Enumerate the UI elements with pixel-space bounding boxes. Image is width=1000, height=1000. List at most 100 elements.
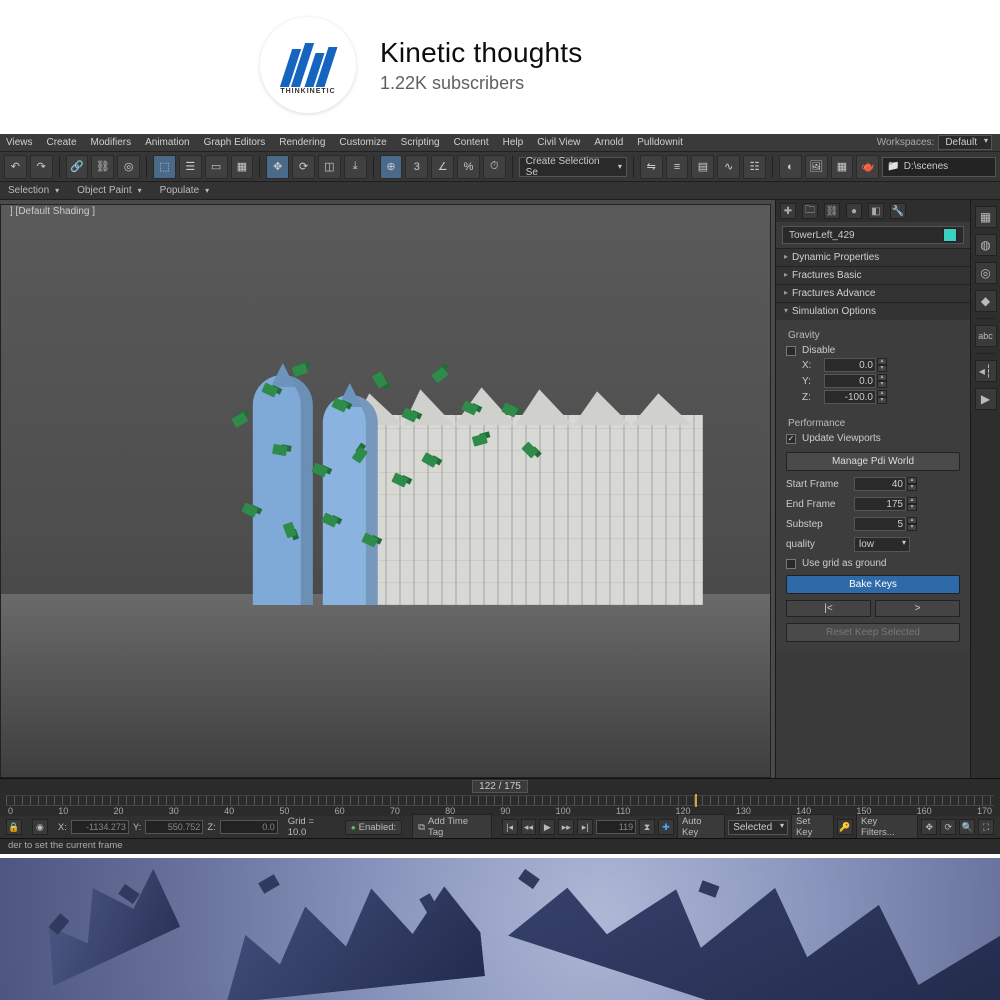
- curve-editor-button[interactable]: ∿: [717, 155, 740, 179]
- timeline[interactable]: 122 / 175 010 2030 4050 6070 8090 100110…: [0, 778, 1000, 816]
- ribbon-selection[interactable]: Selection: [8, 185, 59, 196]
- align-button[interactable]: ≡: [666, 155, 689, 179]
- nav-first-button[interactable]: |<: [786, 600, 871, 617]
- channel-name[interactable]: Kinetic thoughts: [380, 37, 582, 69]
- menu-customize[interactable]: Customize: [339, 137, 386, 148]
- tab-create-icon[interactable]: ✚: [780, 203, 796, 219]
- menu-pulldownit[interactable]: Pulldownit: [637, 137, 683, 148]
- goto-start-icon[interactable]: |◂: [502, 819, 518, 835]
- layers-button[interactable]: ▤: [691, 155, 714, 179]
- gravity-disable-checkbox[interactable]: Disable: [786, 345, 960, 356]
- rollout-simulation-options[interactable]: Simulation Options: [776, 303, 970, 320]
- nav-next-button[interactable]: >: [875, 600, 960, 617]
- bake-keys-button[interactable]: Bake Keys: [786, 575, 960, 594]
- update-viewports-checkbox[interactable]: ✓Update Viewports: [786, 433, 960, 444]
- tool-prev-icon[interactable]: ◂┆: [975, 360, 997, 382]
- undo-button[interactable]: ↶: [4, 155, 27, 179]
- render-setup-button[interactable]: 🖼: [805, 155, 828, 179]
- mirror-button[interactable]: ⇋: [640, 155, 663, 179]
- menu-animation[interactable]: Animation: [145, 137, 189, 148]
- nav-orbit-icon[interactable]: ⟳: [940, 819, 956, 835]
- channel-avatar[interactable]: THINKINETIC: [260, 17, 356, 113]
- time-config-icon[interactable]: ⧗: [639, 819, 655, 835]
- rollout-fractures-basic[interactable]: Fractures Basic: [776, 267, 970, 284]
- select-name-button[interactable]: ☰: [179, 155, 202, 179]
- manage-pdi-world-button[interactable]: Manage Pdi World: [786, 452, 960, 471]
- nav-max-icon[interactable]: ⛶: [978, 819, 994, 835]
- gravity-y-spinner[interactable]: ▴▾: [824, 374, 887, 388]
- goto-end-icon[interactable]: ▸|: [577, 819, 593, 835]
- tab-hierarchy-icon[interactable]: ⛓: [824, 203, 840, 219]
- menu-help[interactable]: Help: [503, 137, 524, 148]
- status-y-input[interactable]: [145, 820, 203, 834]
- angle-snap-button[interactable]: ∠: [431, 155, 454, 179]
- isolate-icon[interactable]: ◉: [32, 819, 48, 835]
- menu-content[interactable]: Content: [454, 137, 489, 148]
- project-path[interactable]: D:\scenes: [882, 157, 996, 177]
- prev-frame-icon[interactable]: ◂◂: [521, 819, 537, 835]
- render-frame-button[interactable]: ▦: [831, 155, 854, 179]
- workspace-dropdown[interactable]: Default: [938, 135, 992, 150]
- object-color-swatch[interactable]: [943, 228, 957, 242]
- ref-coord-button[interactable]: ⊕: [380, 155, 403, 179]
- quality-dropdown[interactable]: low: [854, 537, 910, 552]
- menu-create[interactable]: Create: [47, 137, 77, 148]
- spinner-snap-button[interactable]: ⏱: [483, 155, 506, 179]
- bind-button[interactable]: ◎: [117, 155, 140, 179]
- menu-views[interactable]: Views: [6, 137, 33, 148]
- play-icon[interactable]: ▶: [539, 819, 555, 835]
- place-button[interactable]: ⤓: [344, 155, 367, 179]
- menu-arnold[interactable]: Arnold: [594, 137, 623, 148]
- playhead[interactable]: [695, 794, 697, 807]
- move-button[interactable]: ✥: [266, 155, 289, 179]
- tab-utilities-icon[interactable]: 🔧: [890, 203, 906, 219]
- next-frame-icon[interactable]: ▸▸: [558, 819, 574, 835]
- add-time-tag-button[interactable]: ⧉Add Time Tag: [412, 814, 491, 840]
- mat-editor-button[interactable]: ◐: [779, 155, 802, 179]
- gravity-z-spinner[interactable]: ▴▾: [824, 390, 887, 404]
- menu-scripting[interactable]: Scripting: [401, 137, 440, 148]
- unlink-button[interactable]: ⛓: [91, 155, 114, 179]
- viewport-label[interactable]: ] [Default Shading ]: [10, 206, 95, 217]
- tool-abc-icon[interactable]: abc: [975, 325, 997, 347]
- set-key-button[interactable]: Set Key: [791, 814, 834, 840]
- tool-play-icon[interactable]: ▶: [975, 388, 997, 410]
- lock-selection-icon[interactable]: 🔒: [6, 819, 22, 835]
- scale-button[interactable]: ◫: [318, 155, 341, 179]
- tab-motion-icon[interactable]: ●: [846, 203, 862, 219]
- rect-select-button[interactable]: ▭: [205, 155, 228, 179]
- percent-snap-button[interactable]: %: [457, 155, 480, 179]
- time-ruler[interactable]: [6, 795, 994, 806]
- current-frame-input[interactable]: [596, 820, 636, 834]
- tab-display-icon[interactable]: ◧: [868, 203, 884, 219]
- key-filters-icon[interactable]: 🔑: [837, 819, 853, 835]
- gravity-x-spinner[interactable]: ▴▾: [824, 358, 887, 372]
- tool-diamond-icon[interactable]: ◆: [975, 290, 997, 312]
- start-frame-spinner[interactable]: ▴▾: [854, 477, 917, 491]
- nav-pan-icon[interactable]: ✥: [921, 819, 937, 835]
- select-button[interactable]: ⬚: [153, 155, 176, 179]
- menu-civil-view[interactable]: Civil View: [537, 137, 580, 148]
- viewport[interactable]: [0, 204, 771, 778]
- window-cross-button[interactable]: ▦: [231, 155, 254, 179]
- use-grid-checkbox[interactable]: Use grid as ground: [786, 558, 960, 569]
- rollout-fractures-advance[interactable]: Fractures Advance: [776, 285, 970, 302]
- ribbon-object-paint[interactable]: Object Paint: [77, 185, 142, 196]
- tab-modify-icon[interactable]: 🗀: [802, 203, 818, 219]
- tool-cube-icon[interactable]: ▦: [975, 206, 997, 228]
- key-filters-button[interactable]: Key Filters...: [856, 814, 918, 840]
- status-z-input[interactable]: [220, 820, 278, 834]
- tool-sphere-icon[interactable]: ◍: [975, 234, 997, 256]
- auto-key-button[interactable]: Auto Key: [677, 814, 725, 840]
- reset-keep-selected-button[interactable]: Reset Keep Selected: [786, 623, 960, 642]
- snap-3-button[interactable]: 3: [405, 155, 428, 179]
- end-frame-spinner[interactable]: ▴▾: [854, 497, 917, 511]
- key-target-dropdown[interactable]: Selected: [728, 820, 788, 835]
- render-button[interactable]: 🫖: [856, 155, 879, 179]
- nav-zoom-icon[interactable]: 🔍: [959, 819, 975, 835]
- redo-button[interactable]: ↷: [30, 155, 53, 179]
- rotate-button[interactable]: ⟳: [292, 155, 315, 179]
- object-name-field[interactable]: TowerLeft_429: [782, 226, 964, 244]
- menu-rendering[interactable]: Rendering: [279, 137, 325, 148]
- substep-spinner[interactable]: ▴▾: [854, 517, 917, 531]
